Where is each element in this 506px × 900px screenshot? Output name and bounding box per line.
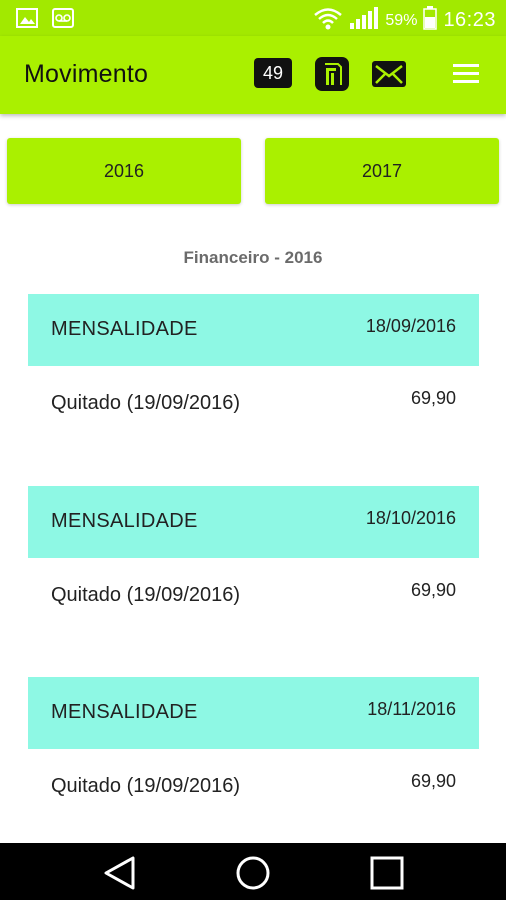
list-item[interactable]: MENSALIDADE 18/09/2016 Quitado (19/09/20… [28, 294, 479, 438]
entry-date: 18/11/2016 [367, 699, 456, 719]
section-title: Financeiro - 2016 [183, 248, 323, 267]
entry-status: Quitado (19/09/2016) [51, 584, 241, 606]
screen: 59% 16:23 Movimento 49 2016 2017 Finance… [0, 0, 506, 900]
year-2017-button[interactable]: 2017 [265, 138, 499, 204]
back-icon[interactable] [102, 855, 138, 896]
entry-date: 18/10/2016 [365, 508, 456, 528]
voicemail-icon [52, 7, 74, 34]
home-icon[interactable] [235, 855, 271, 896]
entry-status: Quitado (19/09/2016) [51, 775, 241, 797]
entry-value: 69,90 [410, 771, 456, 791]
entry-status: Quitado (19/09/2016) [51, 392, 241, 414]
entry-type: MENSALIDADE [51, 318, 198, 340]
battery-icon [423, 6, 438, 35]
status-bar: 59% 16:23 [0, 0, 506, 36]
status-left [16, 7, 74, 34]
entry-date: 18/09/2016 [365, 316, 456, 336]
status-right: 59% 16:23 [313, 6, 496, 35]
entry-header: MENSALIDADE 18/09/2016 [28, 294, 479, 366]
mail-icon[interactable] [371, 60, 407, 93]
clock: 16:23 [443, 9, 496, 31]
entry-body: Quitado (19/09/2016) 69,90 [28, 749, 479, 821]
year-2016-button[interactable]: 2016 [7, 138, 241, 204]
entry-type: MENSALIDADE [51, 701, 198, 723]
entry-type: MENSALIDADE [51, 510, 198, 532]
navigation-bar [0, 843, 506, 900]
list-item[interactable]: MENSALIDADE 18/10/2016 Quitado (19/09/20… [28, 486, 479, 630]
document-icon[interactable] [314, 56, 350, 97]
signal-icon [349, 6, 379, 35]
list-item[interactable]: MENSALIDADE 18/11/2016 Quitado (19/09/20… [28, 677, 479, 821]
entry-body: Quitado (19/09/2016) 69,90 [28, 558, 479, 630]
app-title: Movimento [24, 60, 149, 88]
entry-header: MENSALIDADE 18/11/2016 [28, 677, 479, 749]
entry-body: Quitado (19/09/2016) 69,90 [28, 366, 479, 438]
image-icon [16, 7, 38, 34]
entry-header: MENSALIDADE 18/10/2016 [28, 486, 479, 558]
app-bar: Movimento 49 [0, 36, 506, 114]
menu-icon[interactable] [451, 63, 483, 85]
entry-value: 69,90 [410, 388, 456, 408]
recents-icon[interactable] [369, 855, 405, 896]
wifi-icon [313, 6, 343, 35]
notification-count-badge[interactable]: 49 [254, 58, 292, 88]
battery-percent: 59% [385, 11, 418, 29]
entry-value: 69,90 [410, 580, 456, 600]
